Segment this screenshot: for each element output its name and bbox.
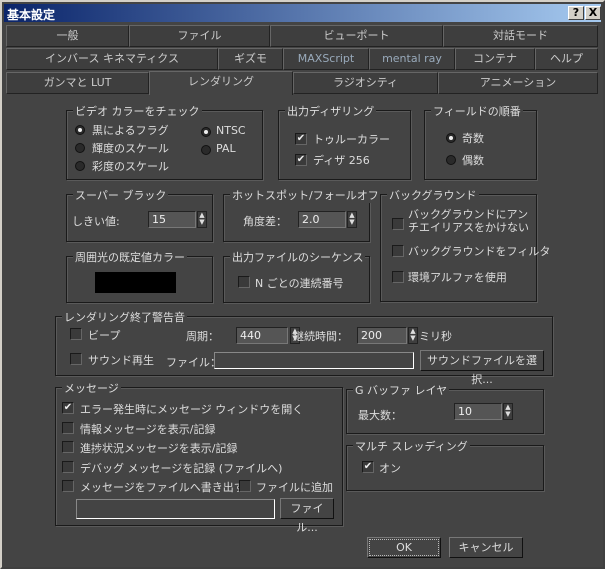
tab-inverse-kinematics[interactable]: インバース キネマティクス bbox=[6, 48, 218, 70]
append-to-file-checkbox[interactable] bbox=[239, 480, 251, 492]
radio-flag-black[interactable] bbox=[75, 125, 85, 135]
radio-ntsc[interactable] bbox=[201, 127, 211, 137]
tab-gamma-lut[interactable]: ガンマと LUT bbox=[6, 72, 149, 94]
group-label: G バッファ レイヤ bbox=[353, 382, 450, 398]
title-bar: 基本設定 bbox=[4, 4, 601, 22]
radio-label: 黒によるフラグ bbox=[92, 124, 169, 137]
beep-checkbox[interactable] bbox=[70, 328, 82, 340]
angle-label: 角度差： bbox=[243, 215, 287, 228]
message-option-checkbox[interactable] bbox=[62, 421, 74, 434]
tab-files[interactable]: ファイル bbox=[129, 25, 270, 47]
threshold-spinner[interactable]: ▲ ▼ bbox=[197, 211, 207, 228]
window-title: 基本設定 bbox=[7, 8, 56, 22]
ok-button[interactable]: OK bbox=[367, 537, 441, 558]
tab-gizmos[interactable]: ギズモ bbox=[218, 48, 283, 70]
checkbox-label: 情報メッセージを表示/記録 bbox=[80, 422, 216, 436]
group-label: 出力ファイルのシーケンス bbox=[230, 249, 366, 265]
group-label: ホットスポット/フォールオフ bbox=[230, 187, 381, 203]
message-option-checkbox[interactable] bbox=[62, 480, 74, 492]
sound-file-input[interactable] bbox=[214, 352, 414, 369]
message-option-checkbox[interactable] bbox=[62, 441, 74, 453]
group-label: マルチ スレッディング bbox=[353, 438, 470, 454]
log-file-button[interactable]: ファイル... bbox=[280, 498, 334, 534]
angle-spinner[interactable]: ▲ ▼ bbox=[347, 211, 357, 228]
group-label: ビデオ カラーをチェック bbox=[73, 103, 202, 119]
max-count-input[interactable]: 10 bbox=[454, 403, 502, 420]
radio-label: NTSC bbox=[216, 124, 246, 137]
nth-serial-checkbox[interactable] bbox=[238, 276, 250, 288]
tab-mental-ray[interactable]: mental ray bbox=[369, 48, 455, 70]
checkbox-label: ビープ bbox=[88, 329, 121, 342]
message-option-checkbox[interactable] bbox=[62, 460, 74, 473]
log-file-input[interactable] bbox=[76, 499, 275, 519]
radio-odd[interactable] bbox=[446, 133, 456, 143]
period-label: 周期： bbox=[186, 330, 219, 343]
tab-containers[interactable]: コンテナ bbox=[455, 48, 535, 70]
group-label: 出力ディザリング bbox=[285, 103, 377, 119]
tab-general[interactable]: 一般 bbox=[6, 25, 129, 47]
tab-maxscript[interactable]: MAXScript bbox=[283, 48, 369, 70]
group-label: バックグラウンド bbox=[387, 187, 479, 203]
cancel-button[interactable]: キャンセル bbox=[449, 537, 523, 558]
duration-spinner[interactable]: ▲ ▼ bbox=[408, 327, 418, 344]
checkbox-label: ディザ 256 bbox=[313, 154, 370, 167]
duration-input[interactable]: 200 bbox=[357, 327, 407, 344]
play-sound-checkbox[interactable] bbox=[70, 353, 82, 365]
group-label: メッセージ bbox=[62, 380, 121, 396]
multithreading-on-checkbox[interactable]: ✔ bbox=[362, 461, 374, 473]
close-button[interactable]: X bbox=[585, 6, 601, 20]
radio-label: PAL bbox=[216, 142, 236, 155]
message-option-checkbox[interactable]: ✔ bbox=[62, 402, 74, 414]
checkbox-label: N ごとの連続番号 bbox=[255, 277, 344, 290]
checkbox-label: 進捗状況メッセージを表示/記録 bbox=[80, 442, 238, 455]
checkbox-label: デバッグ メッセージを記録 (ファイルへ) bbox=[80, 461, 283, 475]
radio-label: 彩度のスケール bbox=[92, 160, 169, 173]
max-count-spinner[interactable]: ▲ ▼ bbox=[503, 403, 513, 420]
use-environment-alpha-checkbox[interactable] bbox=[392, 271, 404, 283]
threshold-input[interactable]: 15 bbox=[148, 211, 196, 228]
tab-help[interactable]: ヘルプ bbox=[535, 48, 598, 70]
milliseconds-label: ミリ秒 bbox=[419, 330, 452, 343]
checkbox-label: バックグラウンドにアンチエイリアスをかけない bbox=[408, 208, 529, 234]
file-label: ファイル： bbox=[166, 356, 221, 369]
checkbox-label: ファイルに追加 bbox=[256, 481, 333, 494]
max-count-label: 最大数： bbox=[358, 409, 402, 422]
help-button[interactable]: ? bbox=[568, 6, 584, 20]
tab-viewports[interactable]: ビューポート bbox=[270, 25, 443, 47]
duration-label: 継続時間： bbox=[293, 330, 348, 343]
angle-input[interactable]: 2.0 bbox=[298, 211, 346, 228]
checkbox-label: オン bbox=[379, 462, 401, 475]
group-label: レンダリング終了警告音 bbox=[62, 309, 187, 325]
tab-radiosity[interactable]: ラジオシティ bbox=[293, 72, 438, 94]
checkbox-label: メッセージをファイルへ書き出す bbox=[80, 481, 245, 494]
tab-rendering[interactable]: レンダリング bbox=[149, 71, 293, 95]
tab-animation[interactable]: アニメーション bbox=[438, 72, 598, 94]
radio-scale-saturation[interactable] bbox=[75, 161, 85, 171]
ambient-color-swatch[interactable] bbox=[95, 272, 176, 293]
radio-even[interactable] bbox=[446, 155, 456, 165]
radio-pal[interactable] bbox=[201, 145, 211, 155]
truecolor-checkbox[interactable]: ✔ bbox=[295, 133, 307, 145]
dither256-checkbox[interactable]: ✔ bbox=[295, 154, 307, 166]
threshold-label: しきい値: bbox=[72, 215, 120, 228]
radio-scale-luma[interactable] bbox=[75, 143, 85, 153]
checkbox-label: 環境アルファを使用 bbox=[408, 271, 507, 284]
tab-interaction-mode[interactable]: 対話モード bbox=[443, 25, 598, 47]
multithreading-group: マルチ スレッディング bbox=[346, 438, 544, 491]
radio-label: 偶数 bbox=[462, 154, 484, 167]
group-label: スーパー ブラック bbox=[73, 187, 169, 203]
checkbox-label: バックグラウンドをフィルタ bbox=[408, 245, 551, 258]
no-antialias-background-checkbox[interactable] bbox=[392, 218, 404, 230]
radio-label: 輝度のスケール bbox=[92, 142, 169, 155]
group-label: フィールドの順番 bbox=[431, 103, 523, 119]
choose-sound-file-button[interactable]: サウンドファイルを選択... bbox=[420, 350, 544, 386]
checkbox-label: エラー発生時にメッセージ ウィンドウを開く bbox=[80, 403, 304, 416]
radio-label: 奇数 bbox=[462, 132, 484, 145]
group-label: 周囲光の既定値カラー bbox=[73, 249, 187, 265]
checkbox-label: サウンド再生 bbox=[88, 354, 154, 367]
period-input[interactable]: 440 bbox=[236, 327, 288, 344]
checkbox-label: トゥルーカラー bbox=[313, 133, 390, 146]
filter-background-checkbox[interactable] bbox=[392, 245, 404, 257]
